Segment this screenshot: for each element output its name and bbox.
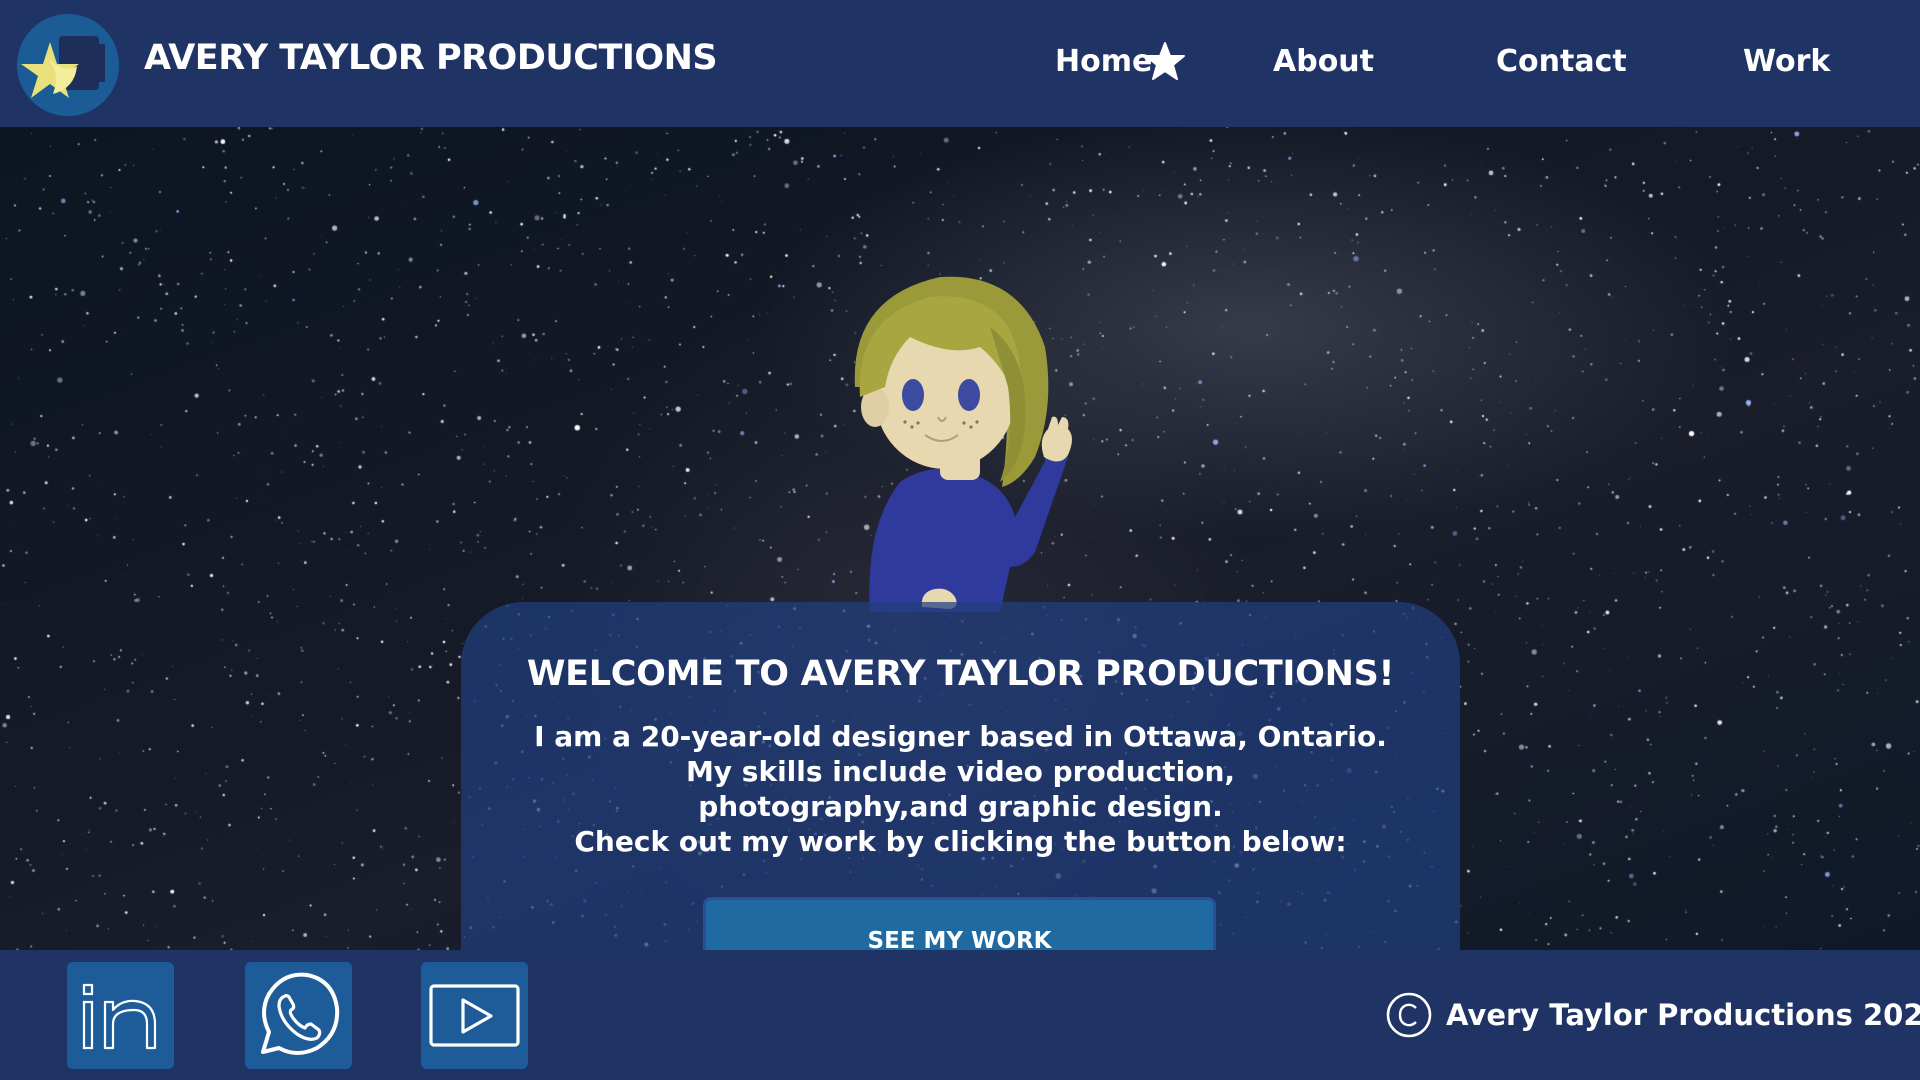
welcome-line: photography,and graphic design.	[698, 790, 1223, 823]
linkedin-icon[interactable]	[67, 962, 174, 1069]
welcome-text: I am a 20-year-old designer based in Ott…	[461, 719, 1460, 859]
copyright-text: Avery Taylor Productions 2024	[1446, 998, 1920, 1032]
copyright-icon	[1386, 992, 1432, 1038]
welcome-line: Check out my work by clicking the button…	[574, 825, 1347, 858]
see-my-work-button[interactable]: SEE MY WORK	[703, 897, 1216, 950]
nav-work[interactable]: Work	[1743, 44, 1830, 79]
star-icon	[1145, 42, 1185, 80]
brand-title[interactable]: AVERY TAYLOR PRODUCTIONS	[144, 38, 718, 78]
whatsapp-icon[interactable]	[245, 962, 352, 1069]
page: AVERY TAYLOR PRODUCTIONS Home About Cont…	[0, 0, 1920, 1080]
welcome-line: I am a 20-year-old designer based in Ott…	[534, 720, 1387, 753]
nav-contact[interactable]: Contact	[1496, 44, 1627, 79]
star-moon-logo[interactable]	[17, 14, 119, 116]
waving-cartoon-girl	[854, 276, 1072, 612]
hero-starfield: WELCOME TO AVERY TAYLOR PRODUCTIONS! I a…	[0, 127, 1920, 950]
welcome-line: My skills include video production,	[685, 755, 1236, 788]
welcome-title: WELCOME TO AVERY TAYLOR PRODUCTIONS!	[526, 654, 1395, 694]
youtube-play-icon[interactable]	[421, 962, 528, 1069]
nav-about[interactable]: About	[1273, 44, 1374, 79]
nav-home[interactable]: Home	[1055, 44, 1152, 79]
footer: Avery Taylor Productions 2024	[0, 950, 1920, 1080]
header: AVERY TAYLOR PRODUCTIONS Home About Cont…	[0, 0, 1920, 127]
welcome-card: WELCOME TO AVERY TAYLOR PRODUCTIONS! I a…	[461, 602, 1460, 950]
